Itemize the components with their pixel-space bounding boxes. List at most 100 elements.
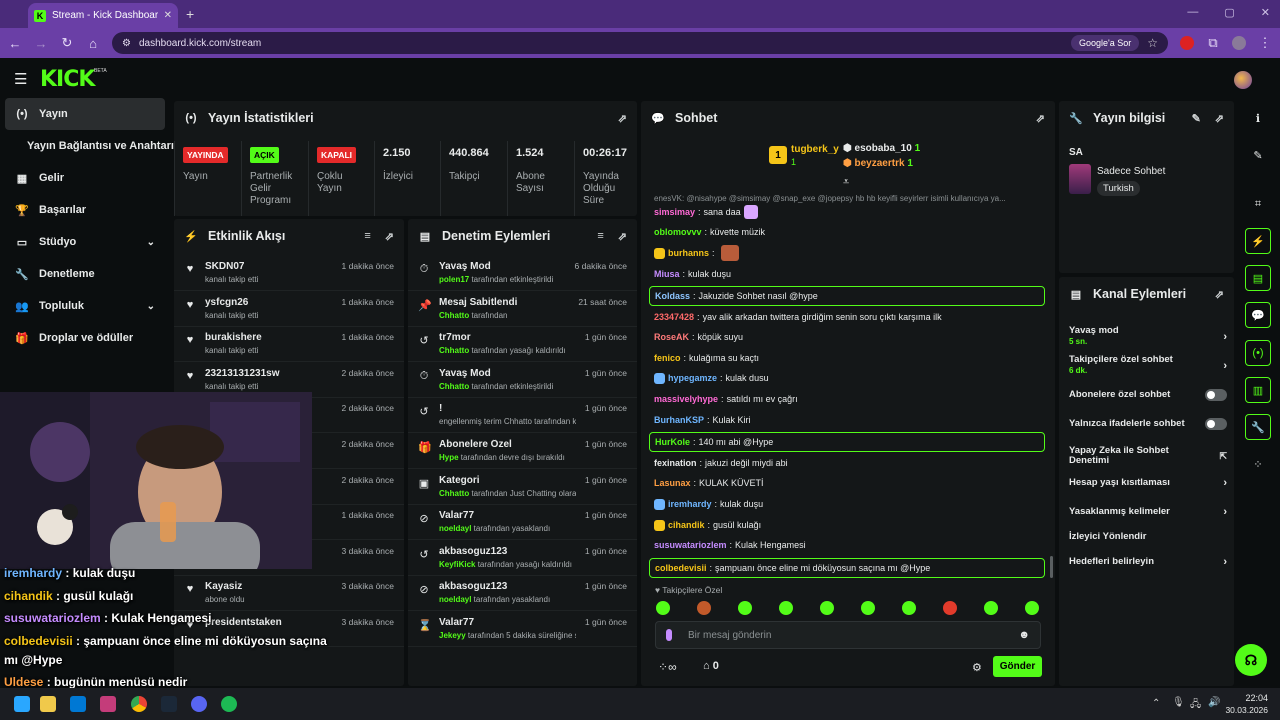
sidebar-item-community[interactable]: 👥 Topluluk ⌄	[5, 290, 165, 322]
popout-icon[interactable]: ⇗	[618, 230, 627, 243]
channel-points-icon[interactable]: ⁘∞	[658, 660, 677, 674]
chat-username[interactable]: BurhanKSP	[654, 415, 704, 425]
activity-user[interactable]: SKDN07	[205, 261, 333, 272]
sidebar-item-revenue[interactable]: ▦ Gelir	[5, 162, 165, 194]
chevron-right-icon[interactable]: ›	[1223, 331, 1227, 343]
sidebar-item-stream[interactable]: (•) Yayın	[5, 98, 165, 130]
chat-scrollbar[interactable]	[1050, 556, 1053, 578]
emote-icon[interactable]	[738, 601, 752, 615]
chat-username[interactable]: hypegamze	[668, 373, 717, 383]
filter-icon[interactable]: ≡	[364, 230, 370, 243]
tab-close-icon[interactable]: ✕	[164, 10, 172, 21]
send-button[interactable]: Gönder	[993, 656, 1042, 677]
chat-username[interactable]: fexination	[654, 458, 697, 468]
user-avatar[interactable]	[1234, 71, 1252, 89]
channel-action-row[interactable]: Abonelere özel sohbet	[1069, 389, 1227, 401]
new-tab-button[interactable]: +	[186, 6, 194, 22]
chat-username[interactable]: colbedevisii	[655, 563, 707, 573]
popout-icon[interactable]: ⇗	[1215, 112, 1224, 125]
chat-message[interactable]: cihandik: gusül kulağı	[654, 516, 1044, 534]
windows-start-icon[interactable]	[14, 696, 30, 712]
chat-message[interactable]: colbedevisii: şampuanı önce eline mi dökü…	[649, 558, 1045, 578]
browser-tab[interactable]: K Stream - Kick Dashboard ✕	[28, 3, 178, 28]
popout-icon[interactable]: ⇗	[385, 230, 394, 243]
extensions-icon[interactable]: ⧉	[1206, 35, 1220, 51]
maximize-button[interactable]: ▢	[1224, 6, 1234, 19]
chat-message[interactable]: Lasunax: KULAK KÜVETİ	[654, 474, 1044, 492]
filter-icon[interactable]: ≡	[597, 230, 603, 243]
site-info-icon[interactable]: ⚙	[122, 38, 131, 49]
chat-settings-icon[interactable]: ⚙	[972, 661, 982, 674]
emote-icon[interactable]	[779, 601, 793, 615]
chat-username[interactable]: HurKole	[655, 437, 690, 447]
channel-action-row[interactable]: Yapay Zeka ile Sohbet Denetimi ⇱	[1069, 446, 1227, 466]
popout-icon[interactable]: ⇗	[1215, 288, 1224, 301]
hamburger-menu-icon[interactable]: ☰	[14, 70, 27, 88]
chat-message[interactable]: simsimay: sana daa	[654, 203, 1044, 221]
activity-user[interactable]: Kayasiz	[205, 581, 333, 592]
activity-user[interactable]: burakishere	[205, 332, 333, 343]
chat-username[interactable]: simsimay	[654, 207, 695, 217]
chevron-right-icon[interactable]: ›	[1223, 477, 1227, 489]
chat-message[interactable]: oblomovvv: küvette müzik	[654, 223, 1044, 241]
channel-action-row[interactable]: Yalnızca ifadelerle sohbet	[1069, 418, 1227, 430]
sidebar-item-stream-key[interactable]: Yayın Bağlantısı ve Anahtarı	[5, 130, 175, 162]
moderator-name[interactable]: Jekeyy	[439, 631, 466, 640]
chat-username[interactable]: susuwatariozlem	[654, 540, 727, 550]
chat-message[interactable]: 23347428: yav alik arkadan twittera girdi…	[654, 308, 1044, 326]
emote-icon[interactable]	[820, 601, 834, 615]
extension-red-icon[interactable]	[1180, 36, 1194, 50]
expand-gifters-icon[interactable]: ⩡	[843, 176, 849, 189]
activity-user[interactable]: 23213131231sw	[205, 368, 333, 379]
emote-icon[interactable]	[984, 601, 998, 615]
chat-message[interactable]: susuwatariozlem: Kulak Hengamesi	[654, 536, 1044, 554]
chat-message[interactable]: iremhardy: kulak duşu	[654, 495, 1044, 513]
gift-points[interactable]: ⌂ 0	[703, 660, 719, 672]
activity-user[interactable]: presidentstaken	[205, 617, 333, 628]
bookmark-star-icon[interactable]: ☆	[1147, 36, 1158, 50]
chat-username[interactable]: oblomovvv	[654, 227, 702, 237]
clock-time[interactable]: 22:04	[1228, 693, 1268, 703]
edit-icon[interactable]: ✎	[1192, 112, 1201, 125]
popout-icon[interactable]: ⇗	[618, 112, 627, 125]
popout-icon[interactable]: ⇗	[1036, 112, 1045, 125]
chat-message[interactable]: massivelyhype: satıldı mı ev çağrı	[654, 390, 1044, 408]
app-icon[interactable]	[70, 696, 86, 712]
stream-info-toggle-icon[interactable]: 🔧	[1245, 414, 1271, 440]
chevron-right-icon[interactable]: ›	[1223, 556, 1227, 568]
chat-username[interactable]: fenico	[654, 353, 681, 363]
emote-icon[interactable]	[1025, 601, 1039, 615]
close-window-button[interactable]: ✕	[1261, 6, 1270, 19]
activity-user[interactable]: ysfcgn26	[205, 297, 333, 308]
sidebar-item-moderation[interactable]: 🔧 Denetleme	[5, 258, 165, 290]
chat-username[interactable]: cihandik	[668, 520, 705, 530]
chat-message[interactable]: Miusa: kulak duşu	[654, 265, 1044, 283]
chat-username[interactable]: burhanns	[668, 248, 709, 258]
sidebar-item-studio[interactable]: ▭ Stüdyo ⌄	[5, 226, 165, 258]
moderation-log-toggle-icon[interactable]: ▤	[1245, 265, 1271, 291]
moderator-name[interactable]: Chhatto	[439, 489, 469, 498]
chat-message[interactable]: fexination: jakuzi değil miydi abi	[654, 454, 1044, 472]
info-icon[interactable]: ℹ	[1245, 105, 1271, 131]
edit-icon[interactable]: ✎	[1245, 142, 1271, 168]
add-widget-icon[interactable]: ⁘	[1245, 451, 1271, 477]
clock-date[interactable]: 30.03.2026	[1224, 705, 1268, 715]
chat-username[interactable]: Miusa	[654, 269, 680, 279]
channel-action-row[interactable]: Hedefleri belirleyin ›	[1069, 556, 1227, 568]
forward-icon[interactable]: →	[34, 36, 48, 51]
external-link-icon[interactable]: ⇱	[1219, 451, 1227, 462]
toggle-switch[interactable]	[1205, 389, 1227, 401]
google-lens-button[interactable]: Google'a Sor	[1070, 35, 1140, 51]
top-gifter-2[interactable]: ⬢ esobaba_10 1	[843, 143, 920, 154]
emote-icon[interactable]	[656, 601, 670, 615]
tray-chevron-icon[interactable]: ⌃	[1152, 698, 1160, 709]
chrome-icon[interactable]	[131, 696, 147, 712]
channel-action-row[interactable]: Hesap yaşı kısıtlaması ›	[1069, 477, 1227, 489]
moderator-name[interactable]: Hype	[439, 453, 459, 462]
minimize-button[interactable]: —	[1187, 6, 1198, 19]
profile-avatar[interactable]	[1232, 36, 1246, 50]
top-gifter-3[interactable]: ⬢ beyzaertrk 1	[843, 158, 913, 169]
sidebar-item-drops[interactable]: 🎁 Droplar ve ödüller	[5, 322, 165, 354]
chat-message[interactable]: hypegamze: kulak dusu	[654, 369, 1044, 387]
chat-message[interactable]: fenico: kulağıma su kaçtı	[654, 349, 1044, 367]
